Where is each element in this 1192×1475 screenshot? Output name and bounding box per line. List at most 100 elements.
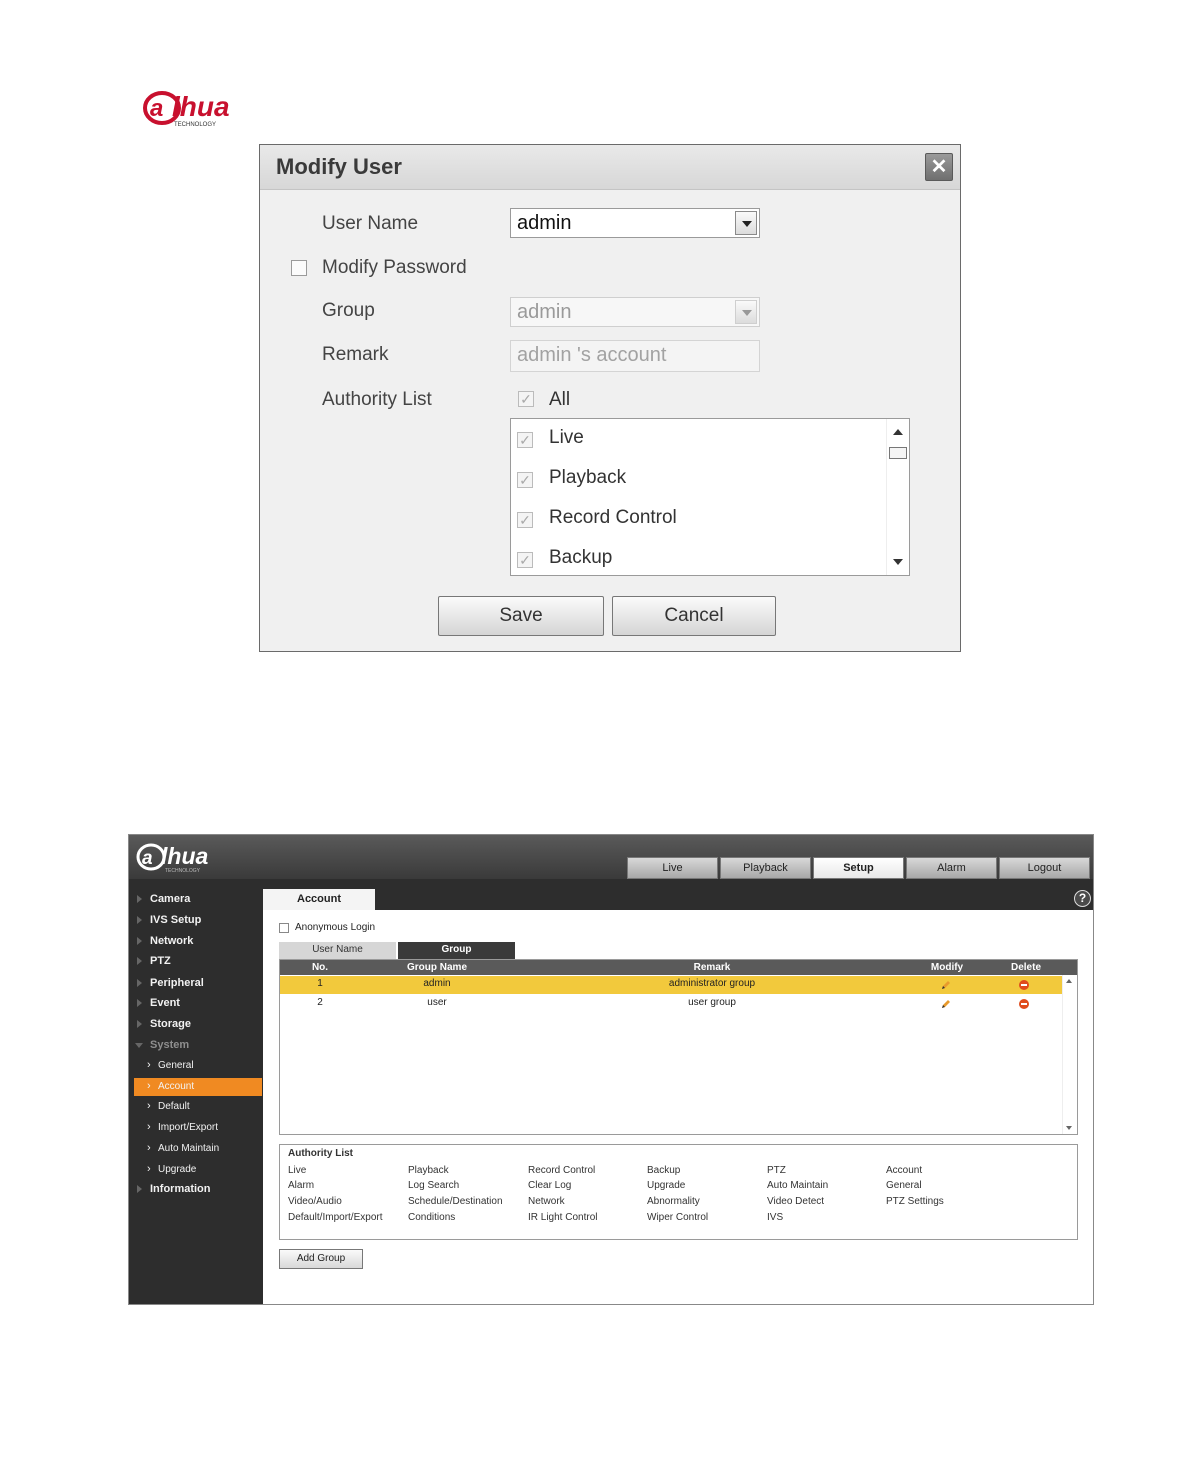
pencil-icon[interactable] [941, 999, 951, 1009]
row-remark: administrator group [668, 978, 756, 989]
authority-cell: Conditions [408, 1212, 456, 1223]
sidebar-sub-auto-maintain[interactable]: › Auto Maintain [134, 1140, 262, 1158]
authority-cell: Clear Log [528, 1180, 572, 1191]
sidebar-item-event[interactable]: Event [129, 995, 263, 1013]
sidebar-sub-account[interactable]: › Account [134, 1078, 262, 1096]
authority-cell: Backup [647, 1165, 681, 1176]
help-icon[interactable]: ? [1074, 890, 1091, 907]
pencil-icon[interactable] [941, 980, 951, 990]
chevron-down-icon[interactable] [735, 211, 757, 235]
sidebar: Camera IVS Setup Network PTZ Peripheral … [129, 879, 263, 1304]
sidebar-item-ptz[interactable]: PTZ [129, 953, 263, 971]
user-name-label: User Name [322, 213, 419, 234]
dahua-logo: a lhua TECHNOLOGY [136, 843, 208, 874]
table-row[interactable]: 1 admin administrator group [280, 976, 1063, 994]
sidebar-item-storage[interactable]: Storage [129, 1016, 263, 1034]
authority-cell: Video Detect [767, 1196, 825, 1207]
all-checkbox[interactable]: ✓ [518, 391, 534, 407]
chevron-right-icon [137, 1020, 142, 1028]
tab-alarm[interactable]: Alarm [906, 857, 997, 879]
authority-list-box[interactable]: ✓ Live ✓ Playback ✓ Record Control ✓ Bac… [510, 418, 910, 576]
sidebar-item-network[interactable]: Network [129, 933, 263, 951]
subtab-user-name[interactable]: User Name [279, 942, 396, 959]
row-group-name: user [427, 997, 447, 1008]
authority-cell: Wiper Control [647, 1212, 709, 1223]
row-remark: user group [688, 997, 736, 1008]
delete-icon[interactable] [1019, 999, 1029, 1009]
group-select: admin [510, 297, 760, 327]
authority-item-label: Live [549, 427, 584, 448]
chevron-right-icon [137, 895, 142, 903]
chevron-right-icon: › [147, 1080, 151, 1092]
sidebar-sub-general[interactable]: › General [134, 1057, 262, 1075]
scroll-up-icon[interactable] [893, 429, 903, 435]
authority-checkbox[interactable]: ✓ [517, 432, 533, 448]
chevron-right-icon: › [147, 1121, 151, 1133]
authority-scrollbar[interactable] [886, 419, 909, 575]
subtab-group[interactable]: Group [398, 942, 515, 959]
dahua-logo: a lhua TECHNOLOGY [143, 91, 230, 128]
col-no: No. [311, 962, 329, 973]
anonymous-login-checkbox[interactable] [279, 923, 289, 933]
sidebar-item-information[interactable]: Information [129, 1181, 263, 1199]
authority-cell: Playback [408, 1165, 449, 1176]
authority-item-label: Backup [549, 547, 613, 568]
tab-account[interactable]: Account [263, 889, 375, 910]
save-button[interactable]: Save [438, 596, 604, 636]
user-name-value: admin [517, 212, 572, 234]
authority-cell: Record Control [528, 1165, 596, 1176]
authority-cell: Account [886, 1165, 923, 1176]
modify-password-label: Modify Password [322, 257, 467, 278]
row-no: 1 [317, 978, 323, 989]
authority-checkbox[interactable]: ✓ [517, 552, 533, 568]
authority-list-panel: Authority List Live Alarm Video/Audio De… [279, 1144, 1078, 1240]
add-group-button[interactable]: Add Group [279, 1249, 363, 1269]
tab-live[interactable]: Live [627, 857, 718, 879]
close-icon[interactable]: ✕ [925, 153, 953, 181]
sidebar-sub-upgrade[interactable]: › Upgrade [134, 1161, 262, 1179]
group-label: Group [322, 300, 375, 321]
scroll-thumb[interactable] [889, 447, 907, 459]
chevron-right-icon [137, 979, 142, 987]
sidebar-sub-import-export[interactable]: › Import/Export [134, 1119, 262, 1137]
chevron-right-icon: › [147, 1163, 151, 1175]
table-header: No. Group Name Remark Modify Delete [280, 960, 1077, 975]
scroll-down-icon[interactable] [893, 559, 903, 565]
authority-cell: Schedule/Destination [408, 1196, 503, 1207]
tab-logout[interactable]: Logout [999, 857, 1090, 879]
tab-playback[interactable]: Playback [720, 857, 811, 879]
sidebar-item-peripheral[interactable]: Peripheral [129, 975, 263, 993]
delete-icon[interactable] [1019, 980, 1029, 990]
sidebar-item-camera[interactable]: Camera [129, 891, 263, 909]
sidebar-sub-default[interactable]: › Default [134, 1098, 262, 1116]
chevron-right-icon: › [147, 1059, 151, 1071]
tab-setup[interactable]: Setup [813, 857, 904, 879]
group-table: No. Group Name Remark Modify Delete 1 ad… [279, 959, 1078, 1135]
authority-checkbox[interactable]: ✓ [517, 472, 533, 488]
authority-cell: Default/Import/Export [288, 1212, 383, 1223]
anonymous-login-label: Anonymous Login [295, 922, 376, 933]
chevron-down-icon [135, 1043, 143, 1048]
sidebar-item-system[interactable]: System [129, 1037, 263, 1055]
group-value: admin [517, 301, 572, 323]
authority-cell: Upgrade [647, 1180, 686, 1191]
app-header: a lhua TECHNOLOGY Live Playback Setup Al… [129, 835, 1093, 879]
modify-user-dialog: Modify User ✕ User Name admin Modify Pas… [259, 144, 961, 652]
table-row[interactable]: 2 user user group [280, 995, 1063, 1013]
content-header [263, 879, 1093, 910]
svg-text:TECHNOLOGY: TECHNOLOGY [174, 122, 216, 128]
chevron-right-icon [137, 999, 142, 1007]
user-name-select[interactable]: admin [510, 208, 760, 238]
authority-checkbox[interactable]: ✓ [517, 512, 533, 528]
scroll-up-icon[interactable] [1066, 979, 1072, 983]
svg-text:a: a [142, 848, 153, 869]
scroll-down-icon[interactable] [1066, 1126, 1072, 1130]
table-scrollbar[interactable] [1062, 975, 1077, 1134]
authority-cell: General [886, 1180, 922, 1191]
authority-cell: Abnormality [647, 1196, 700, 1207]
remark-label: Remark [322, 344, 389, 365]
dialog-header: Modify User ✕ [260, 145, 960, 190]
modify-password-checkbox[interactable] [291, 260, 307, 276]
cancel-button[interactable]: Cancel [612, 596, 776, 636]
sidebar-item-ivs-setup[interactable]: IVS Setup [129, 912, 263, 930]
